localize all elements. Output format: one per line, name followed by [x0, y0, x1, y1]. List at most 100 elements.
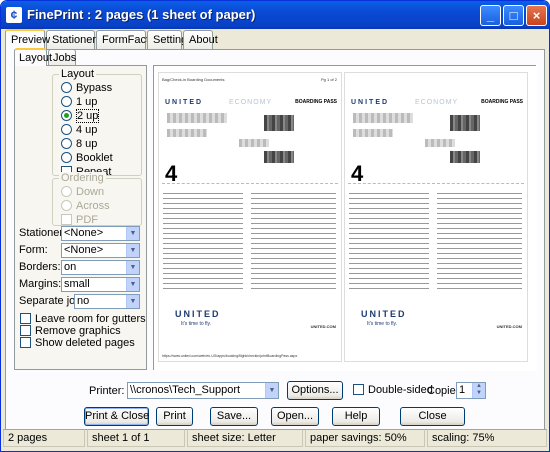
radio-2up-label: 2 up	[76, 109, 100, 123]
copies-spinner[interactable]: 1 ▲ ▼	[456, 382, 486, 399]
status-paper-savings: paper savings: 50%	[305, 429, 425, 447]
copies-value: 1	[459, 384, 466, 396]
borders-row: Borders: on ▼	[19, 260, 144, 275]
radio-booklet-label: Booklet	[76, 152, 113, 164]
print-button[interactable]: Print	[156, 407, 193, 426]
form-label: Form:	[19, 244, 48, 256]
layout-group: Layout Bypass 1 up 2 up 4 up 8 up Bookle…	[52, 68, 142, 178]
checkbox-icon	[20, 325, 31, 336]
form-select[interactable]: <None> ▼	[61, 243, 140, 258]
pdf-label: PDF	[76, 214, 98, 226]
tab-stationery[interactable]: Stationery	[46, 30, 102, 50]
status-sheet-size: sheet size: Letter	[187, 429, 303, 447]
printer-label: Printer:	[89, 385, 125, 397]
tab-about[interactable]: About	[183, 30, 218, 50]
ordering-group-label: Ordering	[59, 172, 106, 184]
radio-bypass-label: Bypass	[76, 82, 113, 94]
tab-formfactory[interactable]: FormFactory	[96, 30, 164, 50]
radio-icon	[61, 200, 72, 211]
radio-4up[interactable]: 4 up	[61, 124, 97, 137]
status-bar: 2 pages sheet 1 of 1 sheet size: Letter …	[3, 429, 549, 449]
borders-select[interactable]: on ▼	[61, 260, 140, 275]
show-deleted-label: Show deleted pages	[35, 337, 135, 349]
margins-row: Margins: small ▼	[19, 277, 144, 292]
body-text	[349, 191, 429, 291]
title-bar[interactable]: ¢ FinePrint : 2 pages (1 sheet of paper)…	[1, 1, 549, 29]
margins-value: small	[64, 278, 90, 290]
gutters-label: Leave room for gutters	[35, 313, 146, 325]
printer-select[interactable]: \\cronos\Tech_Support ▼	[127, 382, 279, 399]
boarding-pass-text: BOARDING PASS	[481, 99, 523, 105]
chevron-down-icon: ▼	[265, 383, 278, 398]
blurred-text	[425, 139, 455, 147]
preview-sheet: Bag/Check-in Boarding Documents Pg 1 of …	[154, 66, 537, 371]
close-window-button[interactable]: ×	[526, 5, 547, 26]
radio-1up[interactable]: 1 up	[61, 96, 97, 109]
radio-8up[interactable]: 8 up	[61, 138, 97, 151]
chevron-down-icon: ▼	[126, 261, 139, 274]
united-logo-bottom: UNITED	[175, 309, 221, 319]
page-number: Pg 1 of 2	[320, 77, 337, 82]
print-close-button[interactable]: Print & Close	[84, 407, 149, 426]
borders-value: on	[64, 261, 77, 273]
barcode-image	[450, 115, 480, 131]
body-text	[163, 191, 243, 291]
tab-settings[interactable]: Settings	[147, 30, 193, 50]
fineprint-window: ¢ FinePrint : 2 pages (1 sheet of paper)…	[0, 0, 550, 452]
stationery-row: Stationery: <None> ▼	[19, 226, 144, 241]
status-pages: 2 pages	[3, 429, 85, 447]
chevron-down-icon: ▼	[126, 295, 139, 308]
separate-jobs-select[interactable]: no ▼	[74, 294, 140, 309]
radio-4up-label: 4 up	[76, 124, 98, 136]
united-logo-text: UNITED	[351, 99, 390, 106]
blurred-text	[353, 129, 393, 137]
open-button[interactable]: Open...	[271, 407, 319, 426]
layout-panel: Layout Bypass 1 up 2 up 4 up 8 up Bookle…	[14, 65, 147, 370]
margins-select[interactable]: small ▼	[61, 277, 140, 292]
maximize-button[interactable]: □	[503, 5, 524, 26]
blurred-text	[167, 129, 207, 137]
blurred-text	[239, 139, 269, 147]
double-sided-checkbox[interactable]: Double-sided	[353, 384, 433, 397]
close-button[interactable]: Close	[400, 407, 465, 426]
checkbox-icon	[20, 337, 31, 348]
tagline: It's time to fly.	[181, 321, 212, 327]
print-preview[interactable]: Bag/Check-in Boarding Documents Pg 1 of …	[153, 65, 537, 371]
radio-2up[interactable]: 2 up	[61, 109, 100, 123]
stationery-select[interactable]: <None> ▼	[61, 226, 140, 241]
spinner-arrows-icon[interactable]: ▲ ▼	[472, 383, 485, 398]
economy-text: ECONOMY	[415, 99, 459, 106]
radio-icon	[61, 152, 72, 163]
help-button[interactable]: Help	[332, 407, 380, 426]
subtab-jobs[interactable]: Jobs	[48, 49, 76, 66]
blurred-text	[353, 113, 413, 123]
radio-icon	[61, 186, 72, 197]
economy-text: ECONOMY	[229, 99, 273, 106]
radio-selected-icon	[61, 110, 72, 121]
tagline: It's time to fly.	[367, 321, 398, 327]
chevron-down-icon: ▼	[126, 227, 139, 240]
barcode-image	[450, 151, 480, 163]
divider	[162, 183, 338, 184]
radio-booklet[interactable]: Booklet	[61, 152, 113, 165]
radio-across[interactable]: Across	[61, 200, 110, 213]
minimize-button[interactable]: _	[480, 5, 501, 26]
remove-graphics-label: Remove graphics	[35, 325, 121, 337]
united-logo-text: UNITED	[165, 99, 204, 106]
stationery-value: <None>	[64, 227, 104, 239]
options-button[interactable]: Options...	[287, 381, 343, 400]
show-deleted-pages-checkbox[interactable]: Show deleted pages	[20, 337, 135, 350]
separate-jobs-value: no	[77, 295, 90, 307]
app-icon: ¢	[6, 7, 22, 23]
radio-icon	[61, 96, 72, 107]
radio-across-label: Across	[76, 200, 110, 212]
save-button[interactable]: Save...	[210, 407, 258, 426]
subtab-layout[interactable]: Layout	[14, 48, 52, 66]
chevron-down-icon: ▼	[126, 278, 139, 291]
status-sheet: sheet 1 of 1	[87, 429, 185, 447]
radio-down[interactable]: Down	[61, 186, 104, 199]
checkbox-icon	[61, 214, 72, 225]
radio-1up-label: 1 up	[76, 96, 98, 108]
radio-bypass[interactable]: Bypass	[61, 82, 112, 95]
margins-label: Margins:	[19, 278, 62, 290]
